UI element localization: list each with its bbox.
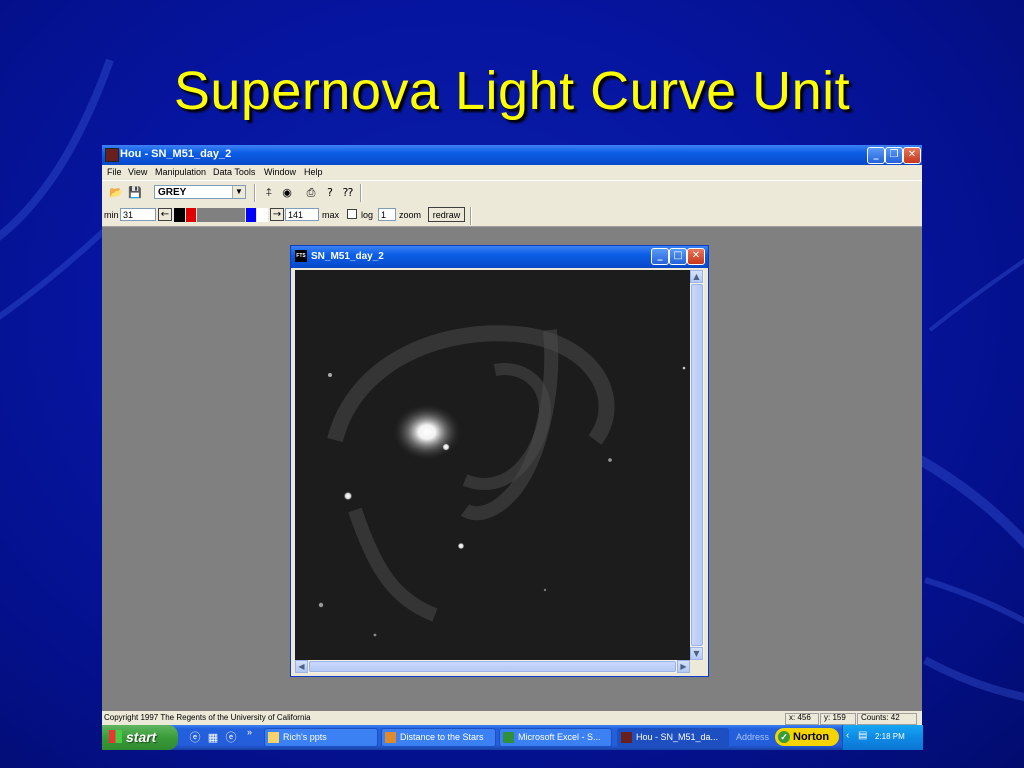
max-label: max <box>322 210 340 220</box>
status-bar: Copyright 1997 The Regents of the Univer… <box>102 711 922 725</box>
image-minimize-button[interactable]: _ <box>651 248 669 265</box>
copyright-text: Copyright 1997 The Regents of the Univer… <box>104 713 311 722</box>
galaxy-image-svg <box>318 325 686 637</box>
right-arrow-icon[interactable]: → <box>270 208 284 221</box>
print-icon[interactable]: ⎙ <box>302 184 320 201</box>
desktop-icon[interactable]: ▦ <box>204 729 222 746</box>
palette-value: GREY <box>158 187 187 198</box>
horizontal-scrollbar[interactable]: ◀ ▶ <box>295 660 690 673</box>
start-label: start <box>126 729 157 745</box>
norton-label: Norton <box>793 731 830 743</box>
excel-icon <box>503 732 514 743</box>
log-label: log <box>361 210 374 220</box>
task-distance-to-the-stars[interactable]: Distance to the Stars <box>381 728 496 747</box>
task-microsoft-excel[interactable]: Microsoft Excel - S... <box>499 728 612 747</box>
y-coordinate: y: 159 <box>824 713 846 722</box>
scroll-right-icon[interactable]: ▶ <box>677 660 690 673</box>
system-tray: ‹ ▤ 2:18 PM <box>842 725 923 750</box>
start-button[interactable]: start <box>102 725 178 750</box>
image-maximize-button[interactable]: □ <box>669 248 687 265</box>
image-window-title: SN_M51_day_2 <box>311 251 384 262</box>
image-window-titlebar[interactable]: FTS SN_M51_day_2 _ □ ✕ <box>291 246 708 268</box>
redraw-button[interactable]: redraw <box>428 207 465 222</box>
vertical-scrollbar[interactable]: ▲ ▼ <box>690 270 704 660</box>
taskbar: start ⓔ ▦ ⓔ » Rich's ppts Distance to th… <box>102 725 923 750</box>
x-coordinate: x: 456 <box>789 713 811 722</box>
tray-expand-icon[interactable]: ‹ <box>846 730 849 741</box>
task-hou[interactable]: Hou - SN_M51_da... <box>617 728 729 747</box>
menu-file[interactable]: File <box>107 167 122 177</box>
fits-file-icon: FTS <box>295 250 307 262</box>
menu-window[interactable]: Window <box>264 167 296 177</box>
white-swatch[interactable] <box>257 208 268 222</box>
histogram-icon[interactable]: ⍏ <box>260 184 278 201</box>
palette-select[interactable]: GREY ▼ <box>154 185 246 199</box>
min-label: min <box>104 210 119 220</box>
scroll-left-icon[interactable]: ◀ <box>295 660 308 673</box>
app-titlebar[interactable]: Hou - SN_M51_day_2 _ ❐ ✕ <box>102 145 922 165</box>
save-icon[interactable]: 💾 <box>126 184 144 201</box>
restore-button[interactable]: ❐ <box>885 147 903 164</box>
toolbar-divider <box>254 184 256 202</box>
menu-data-tools[interactable]: Data Tools <box>213 167 255 177</box>
norton-button[interactable]: ✓ Norton <box>775 728 839 746</box>
menu-manipulation[interactable]: Manipulation <box>155 167 206 177</box>
aperture-icon[interactable]: ◉ <box>278 184 296 201</box>
main-toolbar: 📂 💾 GREY ▼ ⍏ ◉ ⎙ ? ⁇ <box>102 180 922 205</box>
chevron-down-icon[interactable]: ▼ <box>232 186 245 198</box>
app-icon <box>105 148 119 162</box>
task-label: Distance to the Stars <box>400 732 484 742</box>
blue-swatch[interactable] <box>246 208 256 222</box>
menu-bar: File View Manipulation Data Tools Window… <box>102 165 922 180</box>
toolbar-divider <box>470 207 472 225</box>
display-toolbar: min 31 ← → 141 max log 1 zoom redraw <box>102 204 922 227</box>
grey-scale-bar <box>197 208 245 222</box>
image-close-button[interactable]: ✕ <box>687 248 705 265</box>
menu-help[interactable]: Help <box>304 167 323 177</box>
scroll-up-icon[interactable]: ▲ <box>690 270 703 283</box>
address-label: Address <box>736 732 770 742</box>
close-button[interactable]: ✕ <box>903 147 921 164</box>
app-window: Hou - SN_M51_day_2 _ ❐ ✕ File View Manip… <box>102 145 923 750</box>
hou-app-icon <box>621 732 632 743</box>
vertical-scroll-thumb[interactable] <box>691 284 703 646</box>
image-window: FTS SN_M51_day_2 _ □ ✕ ▲ ▼ ◀ ▶ <box>290 245 709 677</box>
minimize-button[interactable]: _ <box>867 147 885 164</box>
powerpoint-icon <box>385 732 396 743</box>
ie-icon[interactable]: ⓔ <box>186 729 204 746</box>
min-input[interactable]: 31 <box>120 208 156 221</box>
horizontal-scroll-thumb[interactable] <box>309 661 676 672</box>
task-richs-ppts[interactable]: Rich's ppts <box>264 728 378 747</box>
zoom-label: zoom <box>399 210 422 220</box>
max-input[interactable]: 141 <box>285 208 319 221</box>
network-icon[interactable]: ▤ <box>858 730 867 741</box>
log-checkbox[interactable] <box>347 209 357 219</box>
clock: 2:18 PM <box>875 732 905 741</box>
task-label: Rich's ppts <box>283 732 327 742</box>
black-swatch[interactable] <box>174 208 185 222</box>
toolbar-divider <box>360 184 362 202</box>
task-label: Microsoft Excel - S... <box>518 732 601 742</box>
app-title: Hou - SN_M51_day_2 <box>120 148 232 160</box>
left-arrow-icon[interactable]: ← <box>158 208 172 221</box>
pixel-counts: Counts: 42 <box>861 713 900 722</box>
task-label: Hou - SN_M51_da... <box>636 732 719 742</box>
folder-icon <box>268 732 279 743</box>
context-help-icon[interactable]: ⁇ <box>339 184 357 201</box>
open-icon[interactable]: 📂 <box>107 184 125 201</box>
check-icon: ✓ <box>778 731 790 743</box>
galaxy-image[interactable] <box>295 270 690 660</box>
help-icon[interactable]: ? <box>321 184 339 201</box>
browser-icon[interactable]: ⓔ <box>222 729 240 746</box>
zoom-input[interactable]: 1 <box>378 208 396 221</box>
red-swatch[interactable] <box>186 208 196 222</box>
windows-logo-icon <box>109 730 122 743</box>
slide-title: Supernova Light Curve Unit <box>173 61 851 121</box>
scroll-down-icon[interactable]: ▼ <box>690 647 703 660</box>
menu-view[interactable]: View <box>128 167 147 177</box>
chevron-right-icon[interactable]: » <box>247 727 252 737</box>
